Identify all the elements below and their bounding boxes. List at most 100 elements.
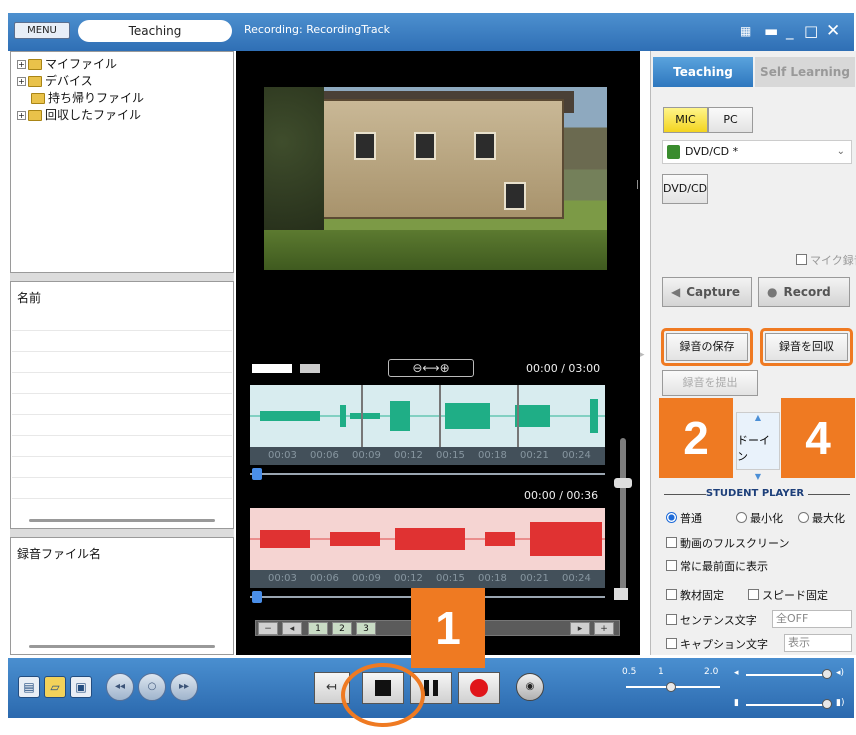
page-prev-button[interactable]: ◂ bbox=[282, 622, 302, 635]
collect-recording-button[interactable]: 録音を回収 bbox=[765, 333, 848, 361]
tree-item-collected[interactable]: + 回収したファイル bbox=[17, 107, 141, 123]
splitter[interactable] bbox=[10, 529, 234, 537]
column-header-recording-file[interactable]: 録音ファイル名 bbox=[17, 545, 101, 562]
column-header-name[interactable]: 名前 bbox=[17, 289, 41, 306]
radio-label: 最小化 bbox=[750, 512, 783, 525]
refresh-icon[interactable]: ○ bbox=[138, 673, 166, 701]
tab-teaching[interactable]: Teaching bbox=[653, 57, 753, 87]
page-plus-button[interactable]: + bbox=[594, 622, 614, 635]
grid-icon[interactable]: ▦ bbox=[740, 22, 751, 40]
headset-icon[interactable]: ◉ bbox=[516, 673, 544, 701]
expand-icon[interactable]: + bbox=[17, 76, 26, 86]
mode-spinner[interactable]: ▲ ドーイン ▼ bbox=[736, 412, 780, 481]
record-bottom-button[interactable] bbox=[458, 672, 500, 704]
maximize-icon[interactable]: □ bbox=[804, 22, 818, 40]
caption-select[interactable]: 表示 bbox=[784, 634, 852, 652]
checkbox-icon[interactable] bbox=[666, 560, 677, 571]
list-rows[interactable] bbox=[12, 310, 232, 518]
fix-material-checkbox[interactable]: 教材固定 bbox=[666, 587, 724, 603]
panel-collapse-icon[interactable]: ▸ bbox=[640, 350, 645, 360]
record-button[interactable]: ● Record bbox=[758, 277, 850, 307]
progress-knob[interactable] bbox=[252, 468, 262, 480]
checkbox-icon[interactable] bbox=[666, 638, 677, 649]
underscore-icon[interactable]: _ bbox=[786, 22, 794, 40]
volume-knob-2[interactable] bbox=[822, 699, 832, 709]
sentence-text-checkbox[interactable]: センテンス文字 bbox=[666, 612, 757, 628]
volume-track-1[interactable] bbox=[746, 674, 826, 676]
always-top-checkbox[interactable]: 常に最前面に表示 bbox=[666, 558, 768, 574]
chevron-down-icon[interactable]: ⌄ bbox=[837, 141, 845, 163]
tab-self-learning[interactable]: Self Learning bbox=[755, 57, 855, 87]
page-next-button[interactable]: ▸ bbox=[570, 622, 590, 635]
checkbox-icon[interactable] bbox=[748, 589, 759, 600]
sentence-select[interactable]: 全OFF bbox=[772, 610, 852, 628]
rewind-icon[interactable]: ◂◂ bbox=[106, 673, 134, 701]
save-disk-icon[interactable]: ▣ bbox=[70, 676, 92, 698]
save-recording-button[interactable]: 録音の保存 bbox=[666, 333, 748, 361]
caption-text-checkbox[interactable]: キャプション文字 bbox=[666, 636, 768, 652]
page-2[interactable]: 2 bbox=[332, 622, 352, 635]
checkbox-icon[interactable] bbox=[796, 254, 807, 265]
progress-knob[interactable] bbox=[252, 591, 262, 603]
expand-icon[interactable]: + bbox=[17, 59, 26, 69]
radio-normal[interactable]: 普通 bbox=[666, 510, 702, 526]
mode-selector[interactable]: Teaching bbox=[78, 20, 232, 42]
source-icon bbox=[667, 145, 680, 159]
source-dropdown[interactable]: DVD/CD * ⌄ bbox=[662, 140, 852, 164]
tree-item-devices[interactable]: + デバイス bbox=[17, 73, 93, 89]
radio-minimize[interactable]: 最小化 bbox=[736, 510, 783, 526]
zoom-control[interactable]: ⊖⟷⊕ bbox=[388, 359, 474, 377]
expand-icon[interactable]: + bbox=[17, 110, 26, 120]
video-hedge bbox=[264, 230, 607, 270]
volume-slider[interactable] bbox=[614, 438, 632, 598]
spinner-down-icon[interactable]: ▼ bbox=[737, 472, 779, 481]
recording-title: Recording: RecordingTrack bbox=[244, 23, 391, 36]
checkbox-icon[interactable] bbox=[666, 537, 677, 548]
open-folder-icon[interactable]: ▱ bbox=[44, 676, 66, 698]
forward-icon[interactable]: ▸▸ bbox=[170, 673, 198, 701]
document-icon[interactable]: ▤ bbox=[18, 676, 40, 698]
capture-button[interactable]: ◀ Capture bbox=[662, 277, 752, 307]
video-collapse-icon[interactable]: | bbox=[636, 180, 639, 190]
checkbox-label: 動画のフルスクリーン bbox=[680, 537, 790, 550]
teacher-waveform[interactable] bbox=[250, 385, 605, 447]
save-icon[interactable] bbox=[614, 588, 628, 600]
mic-button[interactable]: MIC bbox=[663, 107, 708, 133]
horizontal-scrollbar[interactable] bbox=[29, 519, 215, 522]
splitter[interactable] bbox=[10, 273, 234, 281]
radio-icon[interactable] bbox=[666, 512, 677, 523]
page-3[interactable]: 3 bbox=[356, 622, 376, 635]
submit-recording-button[interactable]: 録音を提出 bbox=[662, 370, 758, 396]
video-preview[interactable] bbox=[264, 87, 607, 270]
teacher-progress[interactable] bbox=[250, 468, 605, 480]
tree-item-myfiles[interactable]: + マイファイル bbox=[17, 56, 117, 72]
dvd-button[interactable]: DVD/CD bbox=[662, 174, 708, 204]
menu-button[interactable]: MENU bbox=[14, 22, 70, 39]
page-minus-button[interactable]: − bbox=[258, 622, 278, 635]
radio-icon[interactable] bbox=[736, 512, 747, 523]
fix-speed-checkbox[interactable]: スピード固定 bbox=[748, 587, 828, 603]
volume-knob-1[interactable] bbox=[822, 669, 832, 679]
mic-record-checkbox[interactable]: マイク録音 bbox=[796, 252, 856, 268]
pc-button[interactable]: PC bbox=[708, 107, 753, 133]
checkbox-icon[interactable] bbox=[666, 589, 677, 600]
student-waveform[interactable] bbox=[250, 508, 605, 570]
tree-item-takehome[interactable]: 持ち帰りファイル bbox=[31, 90, 144, 106]
page-1[interactable]: 1 bbox=[308, 622, 328, 635]
volume-knob[interactable] bbox=[614, 478, 632, 488]
radio-icon[interactable] bbox=[798, 512, 809, 523]
tick-label: 00:24 bbox=[562, 573, 591, 584]
speed-slider-knob[interactable] bbox=[666, 682, 676, 692]
fullscreen-checkbox[interactable]: 動画のフルスクリーン bbox=[666, 535, 789, 551]
close-icon[interactable]: ✕ bbox=[826, 22, 840, 40]
checkbox-icon[interactable] bbox=[666, 614, 677, 625]
volume-track-2[interactable] bbox=[746, 704, 826, 706]
spinner-up-icon[interactable]: ▲ bbox=[737, 413, 779, 422]
mic-low-icon: ▮ bbox=[734, 698, 739, 708]
radio-maximize[interactable]: 最大化 bbox=[798, 510, 845, 526]
horizontal-scrollbar[interactable] bbox=[29, 645, 215, 648]
waveform-mode-icon[interactable] bbox=[300, 364, 320, 373]
speaker-low-icon: ◂ bbox=[734, 668, 739, 678]
waveform-label-box[interactable] bbox=[252, 364, 292, 373]
minimize-icon[interactable]: ▬ bbox=[764, 22, 778, 40]
